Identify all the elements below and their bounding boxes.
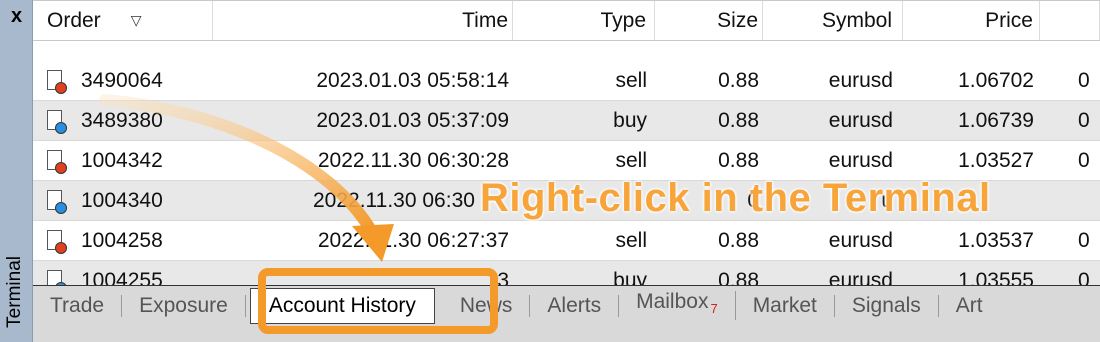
order-number: 3489380: [81, 108, 163, 132]
price-cell: 1.03537: [958, 228, 1034, 252]
extra-cell: 0: [1078, 268, 1090, 287]
annotation-caption: Right-click in the Terminal: [480, 176, 991, 220]
table-header: Order ▽ Time Type Size Symbol Price: [33, 1, 1100, 41]
type-cell: sell: [615, 68, 647, 92]
tab-mailbox[interactable]: Mailbox 7: [619, 289, 736, 321]
symbol-cell: eurusd: [828, 68, 893, 92]
tab-label: Mailbox: [636, 289, 709, 313]
column-header-extra[interactable]: [1040, 1, 1100, 40]
history-table[interactable]: Order ▽ Time Type Size Symbol Price 3490…: [33, 0, 1100, 286]
table-row[interactable]: 3490064 2023.01.03 05:58:14 sell 0.88 eu…: [33, 61, 1100, 101]
order-number: 3490064: [81, 68, 163, 92]
size-cell: 0.88: [718, 108, 759, 132]
time-cell: 3: [497, 268, 509, 287]
tab-trade[interactable]: Trade: [33, 294, 123, 317]
order-number: 1004255: [81, 268, 163, 287]
price-cell: 1.03527: [958, 148, 1034, 172]
column-header-type[interactable]: Type: [513, 1, 655, 40]
tab-news[interactable]: News: [443, 294, 531, 317]
price-cell: 1.03555: [958, 268, 1034, 287]
tab-signals[interactable]: Signals: [835, 294, 939, 317]
symbol-cell: eurusd: [828, 108, 893, 132]
size-cell: 0.88: [718, 228, 759, 252]
type-cell: sell: [615, 228, 647, 252]
buy-order-icon: [47, 109, 67, 134]
order-number: 1004258: [81, 228, 163, 252]
size-cell: 0.88: [718, 148, 759, 172]
table-row[interactable]: 3489380 2023.01.03 05:37:09 buy 0.88 eur…: [33, 101, 1100, 141]
sell-order-icon: [47, 69, 67, 94]
tab-account-history[interactable]: Account History: [249, 287, 435, 324]
buy-order-icon: [47, 189, 67, 214]
column-header-symbol[interactable]: Symbol: [763, 1, 903, 40]
bottom-strip: [33, 325, 1100, 342]
extra-cell: 0: [1078, 68, 1090, 92]
sell-order-icon: [47, 149, 67, 174]
extra-cell: 0: [1078, 148, 1090, 172]
close-icon[interactable]: x: [0, 0, 33, 32]
mailbox-badge: 7: [710, 301, 718, 317]
size-cell: 0.88: [718, 68, 759, 92]
symbol-cell: eurusd: [828, 268, 893, 287]
type-cell: buy: [613, 108, 647, 132]
order-cell: 3489380: [33, 101, 213, 140]
terminal-sidebar: x Terminal: [0, 0, 33, 342]
type-cell: sell: [615, 148, 647, 172]
tab-exposure[interactable]: Exposure: [122, 294, 246, 317]
tab-market[interactable]: Market: [736, 294, 835, 317]
order-cell: 1004342: [33, 141, 213, 180]
terminal-label: Terminal: [4, 256, 25, 328]
order-cell: 1004258: [33, 221, 213, 260]
column-header-order[interactable]: Order ▽: [33, 1, 213, 40]
column-header-price[interactable]: Price: [903, 1, 1040, 40]
time-cell: 2022.11.30 06:30:28: [317, 148, 509, 172]
price-cell: 1.06739: [958, 108, 1034, 132]
time-cell: 2022.11.30 06:27:37: [317, 228, 509, 252]
column-header-size[interactable]: Size: [655, 1, 763, 40]
order-cell: 1004340: [33, 181, 213, 220]
size-cell: 0.88: [718, 268, 759, 287]
order-cell: 3490064: [33, 61, 213, 100]
extra-cell: 0: [1078, 108, 1090, 132]
terminal-tab-bar: Trade Exposure Account History News Aler…: [33, 285, 1100, 325]
buy-order-icon: [47, 269, 67, 286]
time-cell: 2022.11.30 06:30: [313, 188, 475, 212]
sell-order-icon: [47, 229, 67, 254]
tab-articles[interactable]: Art: [939, 294, 1000, 317]
time-cell: 2023.01.03 05:37:09: [316, 108, 509, 132]
price-cell: 1.06702: [958, 68, 1034, 92]
extra-cell: 0: [1078, 228, 1090, 252]
table-row[interactable]: 1004255 3 buy 0.88 eurusd 1.03555 0: [33, 261, 1100, 286]
time-cell: 2023.01.03 05:58:14: [316, 68, 509, 92]
table-row[interactable]: 1004258 2022.11.30 06:27:37 sell 0.88 eu…: [33, 221, 1100, 261]
symbol-cell: eurusd: [828, 228, 893, 252]
column-label: Order: [47, 8, 101, 32]
table-row[interactable]: 1004342 2022.11.30 06:30:28 sell 0.88 eu…: [33, 141, 1100, 181]
order-cell: 1004255: [33, 261, 213, 286]
column-header-time[interactable]: Time: [213, 1, 513, 40]
sort-triangle-icon: ▽: [130, 12, 142, 28]
type-cell: buy: [613, 268, 647, 287]
symbol-cell: eurusd: [828, 148, 893, 172]
order-number: 1004342: [81, 148, 163, 172]
extra-cell: [1040, 181, 1100, 220]
order-number: 1004340: [81, 188, 163, 212]
tab-alerts[interactable]: Alerts: [530, 294, 620, 317]
